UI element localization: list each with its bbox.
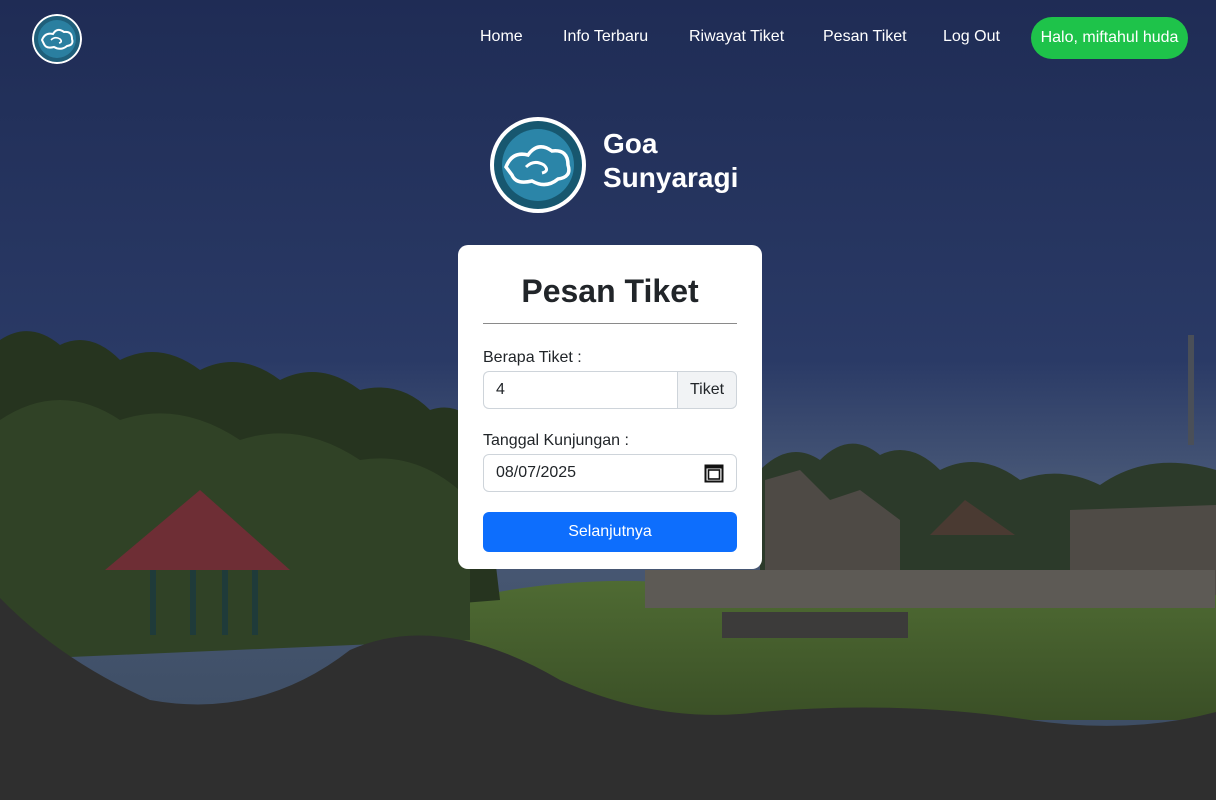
visit-date-field — [483, 454, 737, 492]
nav-pesan-tiket[interactable]: Pesan Tiket — [823, 27, 907, 47]
ticket-unit-addon: Tiket — [677, 371, 737, 409]
nav-log-out[interactable]: Log Out — [943, 27, 1000, 47]
order-ticket-card: Pesan Tiket Berapa Tiket : Tiket Tanggal… — [458, 245, 762, 569]
ticket-quantity-label: Berapa Tiket : — [483, 349, 582, 366]
brand-block: Goa Sunyaragi — [488, 115, 748, 215]
visit-date-label: Tanggal Kunjungan : — [483, 432, 629, 449]
mega-mendung-logo-icon[interactable] — [32, 14, 82, 64]
calendar-icon[interactable] — [704, 463, 724, 483]
nav-home[interactable]: Home — [480, 27, 523, 47]
next-button[interactable]: Selanjutnya — [483, 512, 737, 552]
title-divider — [483, 323, 737, 324]
navbar: Home Info Terbaru Riwayat Tiket Pesan Ti… — [0, 0, 1216, 74]
goa-sunyaragi-logo-icon — [490, 117, 586, 213]
brand-name-line2: Sunyaragi — [603, 162, 739, 193]
brand-name-line1: Goa — [603, 128, 658, 159]
nav-riwayat-tiket[interactable]: Riwayat Tiket — [689, 27, 784, 47]
brand-name: Goa Sunyaragi — [603, 127, 753, 195]
card-title: Pesan Tiket — [521, 273, 699, 309]
ticket-quantity-input[interactable] — [483, 371, 677, 409]
user-greeting-button[interactable]: Halo, miftahul huda — [1031, 17, 1188, 59]
visit-date-input[interactable] — [484, 464, 708, 482]
ticket-quantity-group: Tiket — [483, 371, 737, 409]
nav-info-terbaru[interactable]: Info Terbaru — [563, 27, 648, 47]
